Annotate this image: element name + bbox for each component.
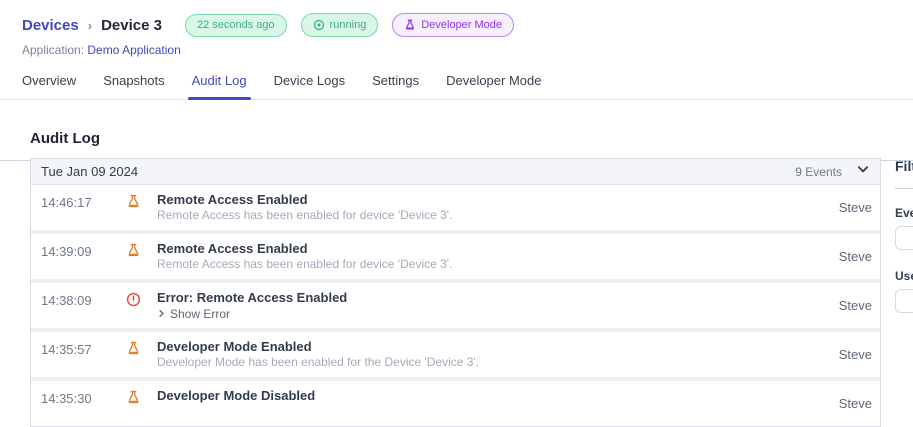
breadcrumb-current-device: Device 3	[101, 16, 162, 34]
filter-events-label: Events	[895, 206, 913, 220]
breadcrumb-devices-link[interactable]: Devices	[22, 17, 79, 34]
events-count: 9 Events	[795, 164, 842, 179]
running-status-badge: running	[300, 13, 379, 37]
chevron-right-icon	[157, 307, 166, 321]
filter-panel-title: Filter	[895, 158, 913, 174]
event-user: Steve	[838, 249, 872, 264]
collapse-day-button[interactable]	[856, 162, 870, 181]
tab-snapshots[interactable]: Snapshots	[103, 73, 164, 99]
event-user: Steve	[838, 347, 872, 362]
flask-icon	[126, 194, 141, 213]
filter-divider	[895, 188, 913, 189]
flask-icon	[126, 390, 141, 409]
audit-log-row[interactable]: 14:35:57 Developer Mode Enabled Develope…	[31, 332, 880, 377]
event-title: Error: Remote Access Enabled	[157, 290, 348, 305]
filter-user-label: User	[895, 269, 913, 283]
status-badges: 22 seconds ago running Developer Mode	[184, 13, 515, 37]
chevron-down-icon	[856, 162, 870, 181]
event-description: Remote Access has been enabled for devic…	[157, 208, 453, 222]
event-title: Developer Mode Enabled	[157, 339, 312, 354]
show-error-label: Show Error	[170, 307, 231, 321]
flask-icon	[404, 19, 416, 31]
device-tabs: Overview Snapshots Audit Log Device Logs…	[0, 73, 913, 100]
page-title: Audit Log	[30, 130, 100, 147]
event-description: Developer Mode has been enabled for the …	[157, 355, 480, 369]
application-label: Application:	[22, 43, 85, 57]
event-description: Remote Access has been enabled for devic…	[157, 257, 453, 271]
filter-events-input[interactable]	[895, 226, 913, 250]
last-seen-label: 22 seconds ago	[196, 18, 275, 31]
running-status-label: running	[329, 18, 367, 31]
application-line: Application: Demo Application	[22, 43, 913, 57]
event-time: 14:35:57	[41, 342, 92, 357]
filter-panel: Filter Events User	[895, 158, 913, 313]
event-user: Steve	[838, 298, 872, 313]
audit-log-row[interactable]: 14:38:09 Error: Remote Access Enabled Sh…	[31, 283, 880, 328]
breadcrumb: Devices › Device 3 22 seconds ago runnin…	[22, 13, 913, 37]
event-time: 14:46:17	[41, 195, 92, 210]
error-icon	[126, 292, 141, 311]
record-icon	[313, 19, 325, 31]
event-title: Developer Mode Disabled	[157, 388, 316, 403]
developer-mode-badge: Developer Mode	[392, 13, 515, 37]
filter-user-input[interactable]	[895, 289, 913, 313]
audit-log-table: Tue Jan 09 2024 9 Events 14:46:17 Remote…	[30, 158, 881, 427]
audit-log-row[interactable]: 14:35:30 Developer Mode Disabled Steve	[31, 381, 880, 426]
last-seen-badge: 22 seconds ago	[184, 13, 287, 37]
event-user: Steve	[838, 200, 872, 215]
developer-mode-badge-label: Developer Mode	[421, 18, 503, 31]
tab-developer-mode[interactable]: Developer Mode	[446, 73, 541, 99]
application-link[interactable]: Demo Application	[87, 43, 180, 57]
tab-settings[interactable]: Settings	[372, 73, 419, 99]
page-header: Devices › Device 3 22 seconds ago runnin…	[0, 0, 913, 57]
tab-audit-log[interactable]: Audit Log	[187, 73, 251, 100]
audit-log-row[interactable]: 14:39:09 Remote Access Enabled Remote Ac…	[31, 234, 880, 279]
date-header-label: Tue Jan 09 2024	[41, 164, 139, 179]
show-error-toggle[interactable]: Show Error	[157, 307, 839, 321]
event-title: Remote Access Enabled	[157, 241, 308, 256]
event-time: 14:35:30	[41, 391, 92, 406]
audit-rows: 14:46:17 Remote Access Enabled Remote Ac…	[31, 185, 880, 426]
breadcrumb-separator: ›	[87, 17, 93, 33]
audit-log-row[interactable]: 14:46:17 Remote Access Enabled Remote Ac…	[31, 185, 880, 230]
tab-overview[interactable]: Overview	[22, 73, 76, 99]
table-date-header: Tue Jan 09 2024 9 Events	[31, 159, 880, 185]
flask-icon	[126, 341, 141, 360]
event-user: Steve	[838, 396, 872, 411]
tab-device-logs[interactable]: Device Logs	[274, 73, 346, 99]
event-title: Remote Access Enabled	[157, 192, 308, 207]
event-time: 14:38:09	[41, 293, 92, 308]
event-time: 14:39:09	[41, 244, 92, 259]
flask-icon	[126, 243, 141, 262]
